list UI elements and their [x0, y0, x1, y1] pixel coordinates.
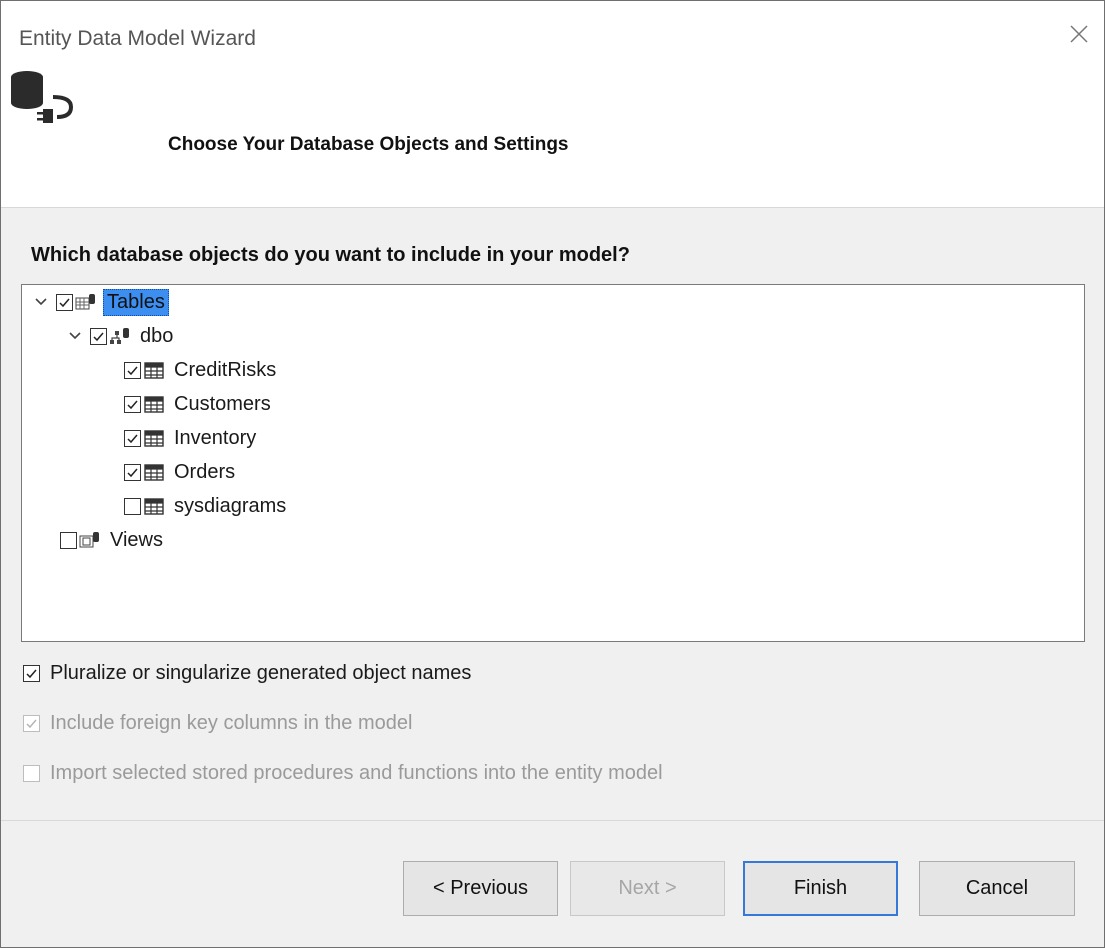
import-procs-option: Import selected stored procedures and fu… [23, 762, 663, 785]
objects-question: Which database objects do you want to in… [31, 244, 630, 266]
cancel-button[interactable]: Cancel [919, 861, 1075, 916]
tree-node-table[interactable]: Inventory [124, 423, 259, 453]
tree-node-dbo[interactable]: dbo [66, 321, 176, 351]
tree-node-views[interactable]: Views [60, 525, 166, 555]
next-button: Next > [570, 861, 725, 916]
window-title: Entity Data Model Wizard [19, 27, 256, 50]
tree-label-tables[interactable]: Tables [103, 288, 169, 316]
foreign-keys-label: Include foreign key columns in the model [50, 712, 413, 734]
tree-label-table[interactable]: CreditRisks [171, 358, 279, 383]
tree-node-tables[interactable]: Tables [32, 287, 169, 317]
tables-checkbox[interactable] [56, 293, 73, 311]
tree-label-dbo[interactable]: dbo [137, 324, 176, 349]
views-checkbox[interactable] [60, 531, 77, 549]
tree-label-views[interactable]: Views [107, 528, 166, 553]
tree-label-table[interactable]: Customers [171, 392, 274, 417]
pluralize-option[interactable]: Pluralize or singularize generated objec… [23, 662, 471, 685]
foreign-keys-checkbox [23, 715, 40, 732]
tree-node-table[interactable]: Customers [124, 389, 274, 419]
schema-icon [109, 325, 131, 347]
table-checkbox[interactable] [124, 497, 141, 515]
table-checkbox[interactable] [124, 361, 141, 379]
table-icon [143, 359, 165, 381]
close-icon[interactable] [1068, 23, 1090, 45]
import-procs-label: Import selected stored procedures and fu… [50, 762, 663, 784]
tree-label-table[interactable]: Inventory [171, 426, 259, 451]
tree-node-table[interactable]: sysdiagrams [124, 491, 289, 521]
dbo-checkbox[interactable] [90, 327, 107, 345]
chevron-down-icon[interactable] [66, 327, 84, 345]
tree-node-table[interactable]: CreditRisks [124, 355, 279, 385]
pluralize-label: Pluralize or singularize generated objec… [50, 662, 472, 684]
tree-node-table[interactable]: Orders [124, 457, 238, 487]
tables-folder-icon [75, 291, 97, 313]
database-objects-tree[interactable]: Tables dbo CreditRisks Customers Invento… [21, 284, 1085, 642]
pluralize-checkbox[interactable] [23, 665, 40, 682]
footer-divider [1, 820, 1104, 821]
import-procs-checkbox [23, 765, 40, 782]
table-checkbox[interactable] [124, 429, 141, 447]
table-icon [143, 427, 165, 449]
database-connection-icon [9, 67, 79, 131]
tree-label-table[interactable]: sysdiagrams [171, 494, 289, 519]
finish-button[interactable]: Finish [743, 861, 898, 916]
table-checkbox[interactable] [124, 395, 141, 413]
table-icon [143, 393, 165, 415]
views-folder-icon [79, 529, 101, 551]
wizard-dialog: Entity Data Model Wizard Choose Your Dat… [0, 0, 1105, 948]
table-icon [143, 495, 165, 517]
foreign-keys-option: Include foreign key columns in the model [23, 712, 412, 735]
table-icon [143, 461, 165, 483]
chevron-down-icon[interactable] [32, 293, 50, 311]
previous-button[interactable]: < Previous [403, 861, 558, 916]
wizard-header: Entity Data Model Wizard Choose Your Dat… [1, 1, 1104, 208]
tree-label-table[interactable]: Orders [171, 460, 238, 485]
table-checkbox[interactable] [124, 463, 141, 481]
page-subtitle: Choose Your Database Objects and Setting… [168, 134, 569, 155]
